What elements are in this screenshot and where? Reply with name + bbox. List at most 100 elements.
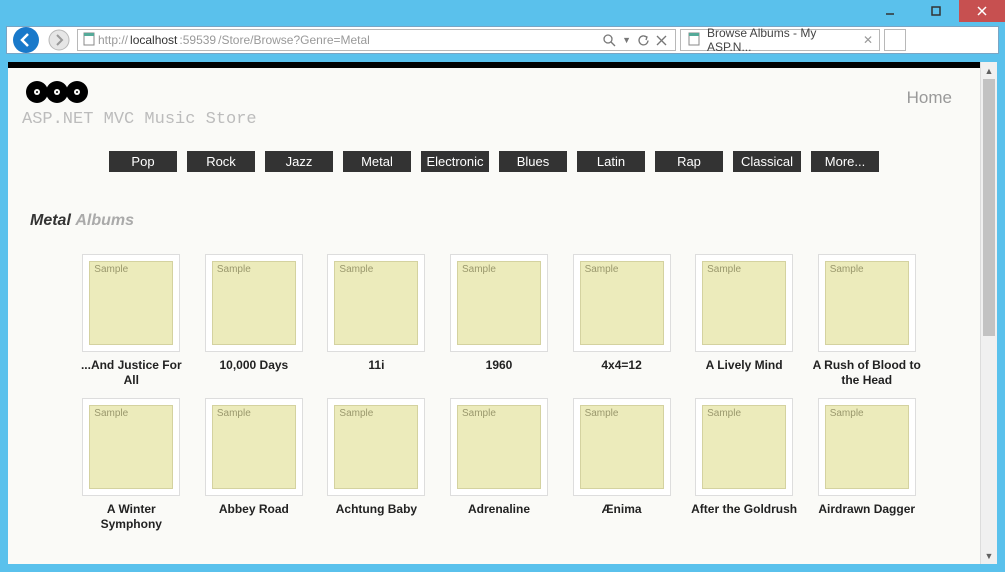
- album-item[interactable]: Sample A Winter Symphony: [76, 398, 187, 532]
- settings-icon[interactable]: [970, 32, 986, 48]
- refresh-icon[interactable]: [637, 34, 650, 47]
- stop-icon[interactable]: [656, 35, 667, 46]
- genre-button-jazz[interactable]: Jazz: [265, 151, 333, 172]
- album-item[interactable]: Sample 4x4=12: [566, 254, 677, 388]
- album-title: 11i: [368, 358, 384, 373]
- heading-genre: Metal: [30, 212, 71, 229]
- album-item[interactable]: Sample A Rush of Blood to the Head: [811, 254, 922, 388]
- album-art: Sample: [327, 398, 425, 496]
- genre-button-classical[interactable]: Classical: [733, 151, 801, 172]
- album-title: Ænima: [602, 502, 642, 517]
- album-item[interactable]: Sample Achtung Baby: [321, 398, 432, 532]
- heading-suffix: Albums: [75, 212, 134, 229]
- album-item[interactable]: Sample After the Goldrush: [689, 398, 800, 532]
- genre-button-pop[interactable]: Pop: [109, 151, 177, 172]
- logo-icon: [22, 80, 257, 104]
- album-art-sample-label: Sample: [89, 261, 173, 345]
- window-minimize-button[interactable]: [867, 0, 913, 22]
- genre-button-blues[interactable]: Blues: [499, 151, 567, 172]
- album-title: ...And Justice For All: [76, 358, 186, 388]
- album-title: 1960: [486, 358, 513, 373]
- album-item[interactable]: Sample Ænima: [566, 398, 677, 532]
- genre-button-rock[interactable]: Rock: [187, 151, 255, 172]
- favorites-icon[interactable]: [944, 32, 960, 48]
- album-art: Sample: [450, 398, 548, 496]
- new-tab-button[interactable]: [884, 29, 906, 51]
- address-bar[interactable]: http://localhost:59539/Store/Browse?Genr…: [77, 29, 676, 51]
- album-item[interactable]: Sample 1960: [444, 254, 555, 388]
- album-art-sample-label: Sample: [212, 261, 296, 345]
- album-art: Sample: [818, 398, 916, 496]
- album-title: A Winter Symphony: [76, 502, 186, 532]
- album-art-sample-label: Sample: [212, 405, 296, 489]
- store-title: ASP.NET MVC Music Store: [22, 110, 257, 129]
- album-title: Achtung Baby: [336, 502, 417, 517]
- album-item[interactable]: Sample A Lively Mind: [689, 254, 800, 388]
- genre-button-latin[interactable]: Latin: [577, 151, 645, 172]
- album-art-sample-label: Sample: [334, 405, 418, 489]
- album-art: Sample: [450, 254, 548, 352]
- album-art: Sample: [818, 254, 916, 352]
- album-title: 10,000 Days: [219, 358, 288, 373]
- dropdown-icon[interactable]: ▼: [622, 35, 631, 45]
- browser-tab[interactable]: Browse Albums - My ASP.N... ✕: [680, 29, 880, 51]
- tab-favicon: [687, 32, 701, 49]
- album-item[interactable]: Sample Adrenaline: [444, 398, 555, 532]
- album-art: Sample: [695, 398, 793, 496]
- album-art-sample-label: Sample: [580, 405, 664, 489]
- album-title: Abbey Road: [219, 502, 289, 517]
- window-titlebar: [0, 0, 1005, 26]
- page-icon: [82, 32, 96, 49]
- scroll-thumb[interactable]: [983, 79, 995, 336]
- scroll-down-icon[interactable]: ▼: [981, 547, 997, 564]
- genre-button-electronic[interactable]: Electronic: [421, 151, 489, 172]
- scroll-up-icon[interactable]: ▲: [981, 62, 997, 79]
- album-art-sample-label: Sample: [702, 261, 786, 345]
- album-item[interactable]: Sample 10,000 Days: [199, 254, 310, 388]
- album-art: Sample: [82, 254, 180, 352]
- album-art-sample-label: Sample: [702, 405, 786, 489]
- album-title: Adrenaline: [468, 502, 530, 517]
- album-art-sample-label: Sample: [457, 405, 541, 489]
- section-heading: Metal Albums: [30, 212, 972, 230]
- genre-button-metal[interactable]: Metal: [343, 151, 411, 172]
- window-maximize-button[interactable]: [913, 0, 959, 22]
- album-title: A Lively Mind: [706, 358, 783, 373]
- album-art: Sample: [695, 254, 793, 352]
- album-art-sample-label: Sample: [825, 261, 909, 345]
- browser-toolbar: http://localhost:59539/Store/Browse?Genr…: [6, 26, 999, 54]
- nav-forward-button[interactable]: [45, 28, 73, 52]
- album-item[interactable]: Sample Abbey Road: [199, 398, 310, 532]
- album-art-sample-label: Sample: [825, 405, 909, 489]
- window-close-button[interactable]: [959, 0, 1005, 22]
- album-item[interactable]: Sample Airdrawn Dagger: [811, 398, 922, 532]
- album-art-sample-label: Sample: [334, 261, 418, 345]
- search-icon[interactable]: [603, 34, 616, 47]
- album-title: 4x4=12: [601, 358, 641, 373]
- album-item[interactable]: Sample 11i: [321, 254, 432, 388]
- home-link[interactable]: Home: [907, 80, 972, 108]
- album-title: After the Goldrush: [691, 502, 797, 517]
- album-art: Sample: [205, 254, 303, 352]
- genre-nav: Pop Rock Jazz Metal Electronic Blues Latin Rap C…: [16, 151, 972, 172]
- album-art-sample-label: Sample: [580, 261, 664, 345]
- vertical-scrollbar[interactable]: ▲ ▼: [980, 62, 997, 564]
- url-text: http://localhost:59539/Store/Browse?Genr…: [98, 33, 601, 47]
- album-art: Sample: [82, 398, 180, 496]
- album-art: Sample: [573, 254, 671, 352]
- genre-button-rap[interactable]: Rap: [655, 151, 723, 172]
- tab-title: Browse Albums - My ASP.N...: [707, 26, 857, 54]
- album-art-sample-label: Sample: [457, 261, 541, 345]
- album-art: Sample: [205, 398, 303, 496]
- album-item[interactable]: Sample ...And Justice For All: [76, 254, 187, 388]
- home-icon[interactable]: [918, 32, 934, 48]
- album-title: Airdrawn Dagger: [818, 502, 915, 517]
- album-art-sample-label: Sample: [89, 405, 173, 489]
- album-title: A Rush of Blood to the Head: [812, 358, 922, 388]
- genre-button-more[interactable]: More...: [811, 151, 879, 172]
- album-grid: Sample ...And Justice For All Sample 10,000…: [16, 254, 972, 532]
- album-art: Sample: [573, 398, 671, 496]
- album-art: Sample: [327, 254, 425, 352]
- nav-back-button[interactable]: [11, 25, 41, 55]
- tab-close-icon[interactable]: ✕: [863, 33, 873, 47]
